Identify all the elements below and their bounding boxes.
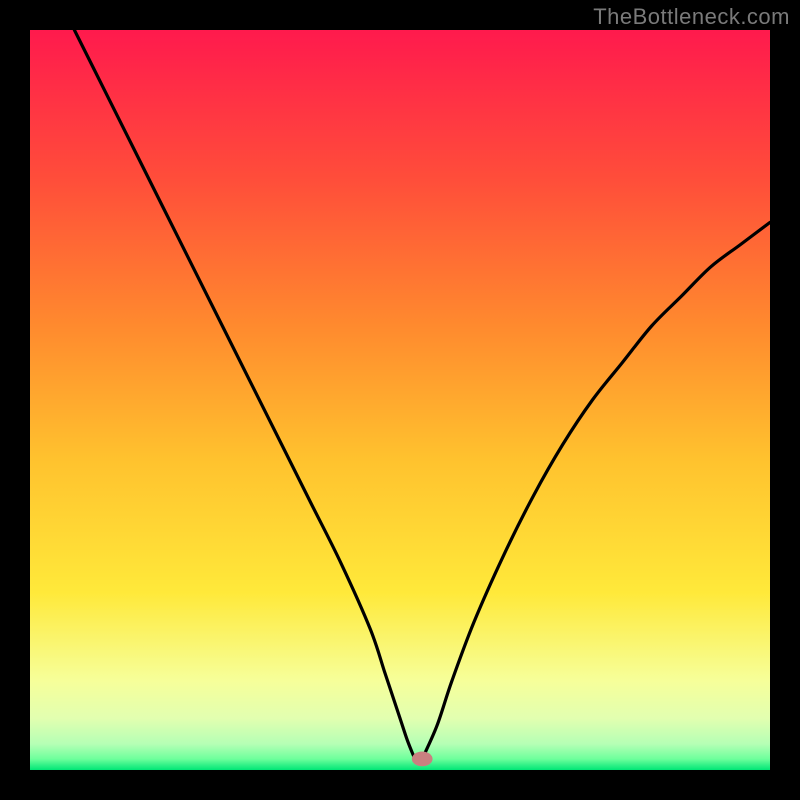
watermark-text: TheBottleneck.com xyxy=(593,4,790,30)
chart-frame: TheBottleneck.com xyxy=(0,0,800,800)
bottleneck-chart xyxy=(0,0,800,800)
plot-background xyxy=(30,30,770,770)
minimum-marker xyxy=(412,752,433,767)
